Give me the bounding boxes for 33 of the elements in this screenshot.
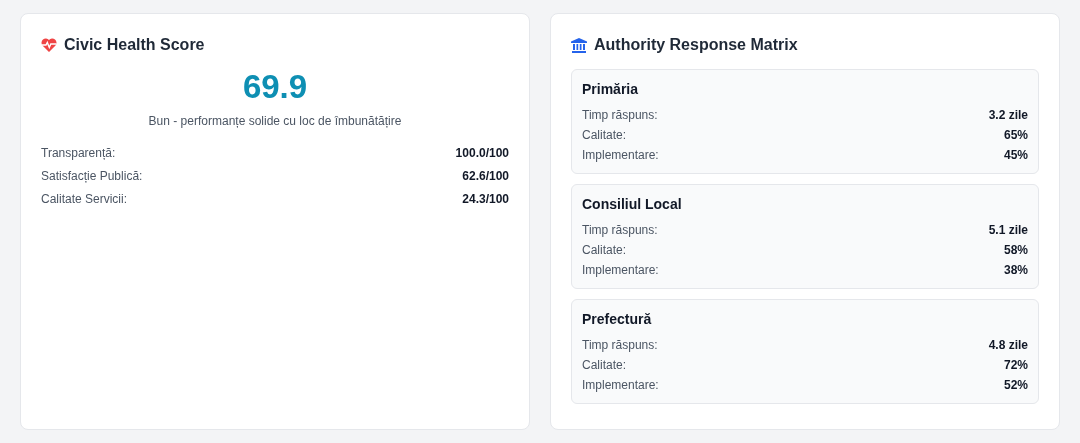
metric-label: Timp răspuns: — [582, 222, 658, 238]
metric-value: 52% — [1003, 377, 1028, 393]
authority-name: Prefectură — [582, 311, 653, 327]
card-title: Civic Health Score — [64, 36, 205, 54]
metric-value: 72% — [1003, 357, 1028, 373]
authority-name: Consiliul Local — [582, 196, 683, 212]
metric-label: Calitate: — [582, 357, 627, 373]
metric-label: Satisfacție Publică: — [41, 168, 143, 184]
metric-label: Transparență: — [41, 145, 116, 161]
metric-value: 4.8 zile — [988, 337, 1028, 353]
metric-label: Calitate: — [582, 127, 627, 143]
score-verdict: Bun - performanțe solide cu loc de îmbunătățire — [147, 114, 403, 128]
metric-label: Calitate: — [582, 242, 627, 258]
score-value: 69.9 — [241, 68, 309, 106]
authority-name: Primăria — [582, 81, 640, 97]
metric-label: Timp răspuns: — [582, 337, 658, 353]
metric-label: Calitate Servicii: — [41, 191, 128, 207]
metric-value: 100.0/100 — [455, 145, 509, 161]
heartbeat-icon — [41, 38, 57, 52]
bank-icon — [571, 37, 587, 53]
metric-label: Timp răspuns: — [582, 107, 658, 123]
metric-value: 5.1 zile — [988, 222, 1028, 238]
metric-value: 65% — [1003, 127, 1028, 143]
metric-value: 38% — [1003, 262, 1028, 278]
metric-value: 24.3/100 — [462, 191, 509, 207]
metric-label: Implementare: — [582, 377, 659, 393]
metric-value: 45% — [1003, 147, 1028, 163]
metric-label: Implementare: — [582, 262, 659, 278]
metric-value: 58% — [1003, 242, 1028, 258]
metric-value: 3.2 zile — [988, 107, 1028, 123]
card-title: Authority Response Matrix — [594, 36, 798, 54]
metric-value: 62.6/100 — [462, 168, 509, 184]
metric-label: Implementare: — [582, 147, 659, 163]
